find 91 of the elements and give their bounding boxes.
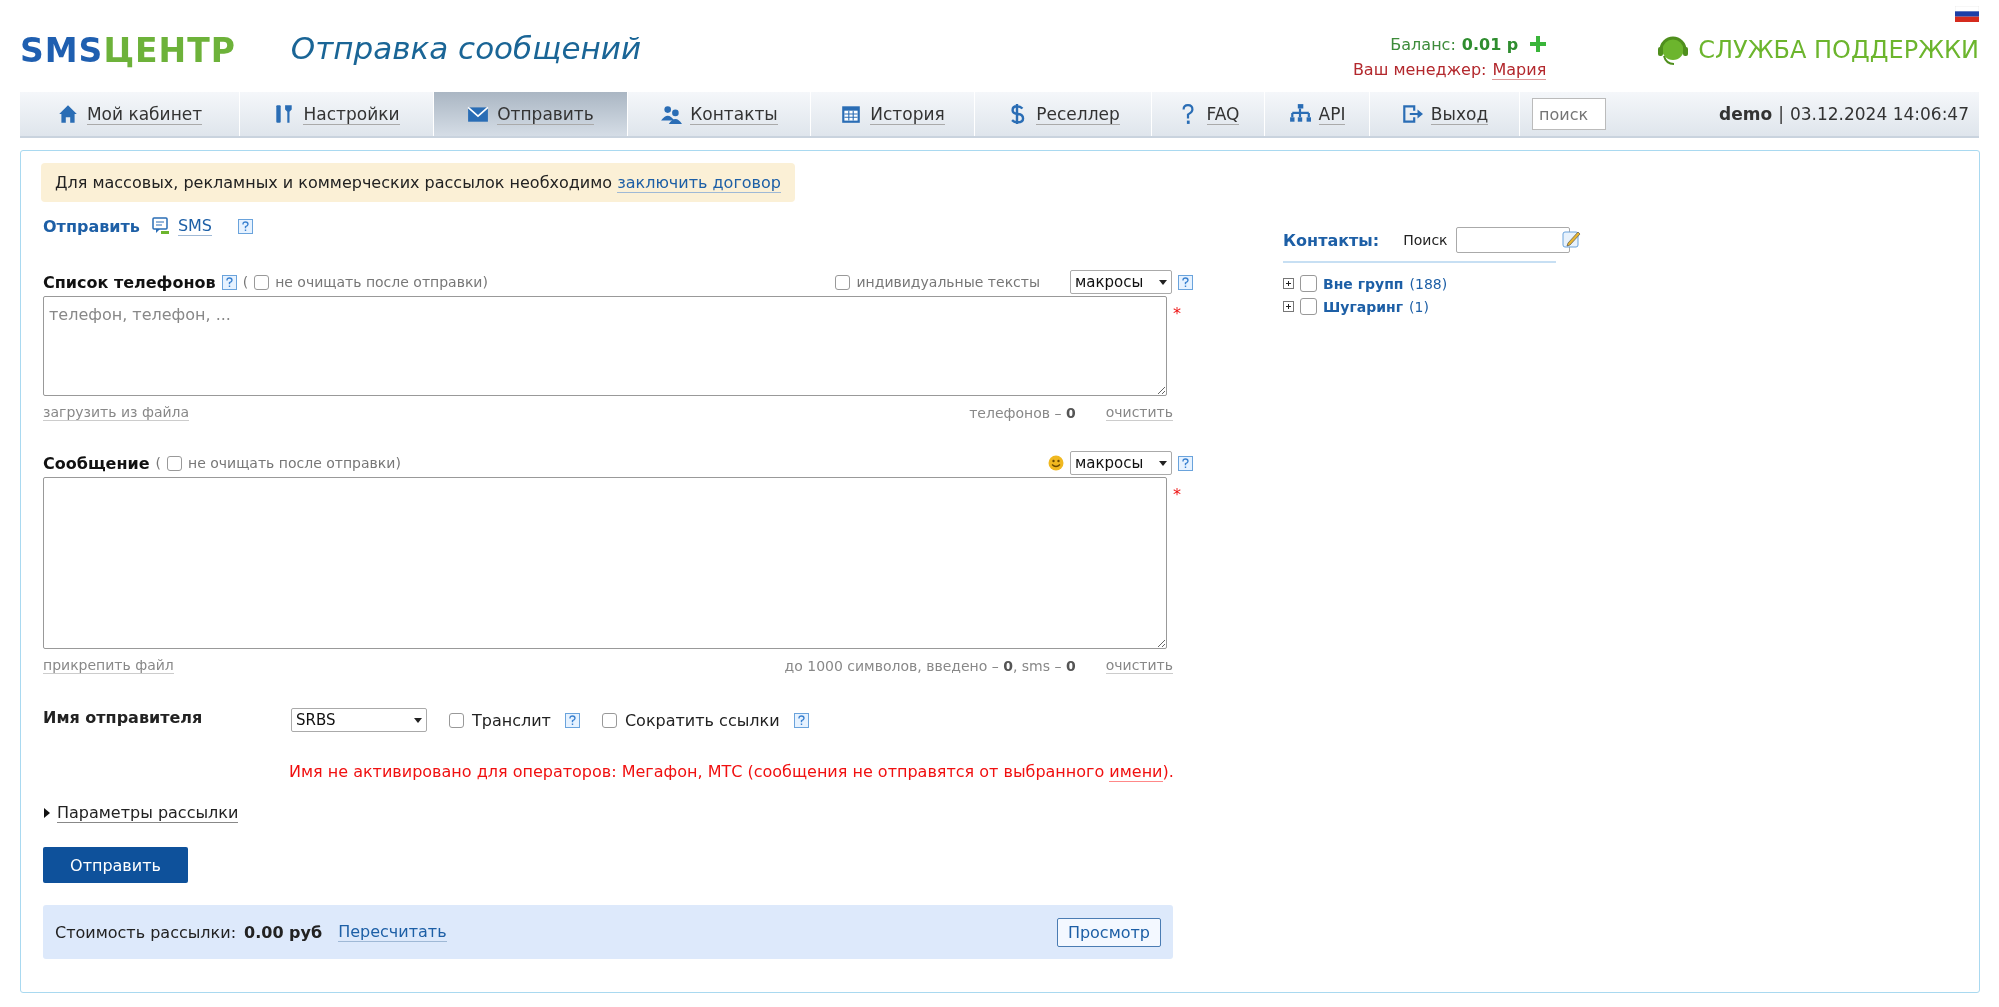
sitemap-icon <box>1288 103 1311 125</box>
checkbox[interactable] <box>835 274 851 290</box>
option-label: Сократить ссылки <box>624 710 780 730</box>
help-icon[interactable] <box>793 712 809 728</box>
expand-icon[interactable] <box>1283 278 1294 289</box>
upload-link[interactable]: загрузить из файла <box>43 404 190 421</box>
datetime: 03.12.2024 14:06:47 <box>1789 104 1969 124</box>
params-toggle[interactable]: Параметры рассылки <box>43 803 239 823</box>
cost-value: 0.00 руб <box>244 922 323 942</box>
option-label: Транслит <box>472 710 551 730</box>
manager-label: Ваш менеджер: <box>1352 59 1487 80</box>
search-field[interactable]: поиск <box>1532 98 1606 130</box>
message-label: Сообщение <box>43 453 150 473</box>
group-count: (1) <box>1409 298 1429 315</box>
sms-link[interactable]: SMS <box>177 216 213 236</box>
expand-icon[interactable] <box>1283 301 1294 312</box>
clear-link[interactable]: очистить <box>1105 657 1173 674</box>
paren: ( <box>155 455 162 471</box>
username: demo <box>1719 104 1773 124</box>
contacts-title: Контакты: <box>1283 230 1380 250</box>
nav-tab[interactable]: Реселлер <box>975 92 1152 136</box>
paren: ( <box>242 274 249 290</box>
keep-label: не очищать после отправки <box>275 274 483 290</box>
individual-label: индивидуальные тексты <box>856 274 1040 290</box>
page-title: Отправка сообщений <box>290 30 642 66</box>
sender-dropdown[interactable]: SRBS <box>291 708 427 732</box>
search-label: Поиск <box>1403 232 1448 248</box>
triangle-icon <box>43 808 51 818</box>
checkbox[interactable] <box>167 455 183 471</box>
plus-icon[interactable] <box>1530 36 1547 52</box>
checkbox[interactable] <box>1300 275 1317 292</box>
caret-icon <box>1159 279 1167 285</box>
send-label: Отправить <box>43 216 140 236</box>
help-icon[interactable] <box>238 218 254 234</box>
checkbox[interactable] <box>254 274 270 290</box>
help-icon[interactable] <box>564 712 580 728</box>
send-button[interactable]: Отправить <box>43 847 188 883</box>
group-count: (188) <box>1409 275 1448 292</box>
logo-text: ЦЕНТР <box>103 30 236 70</box>
manager-link[interactable]: Мария <box>1492 59 1547 80</box>
logo-text: SMS <box>20 30 104 70</box>
checkbox[interactable] <box>601 712 617 728</box>
separator: | <box>1778 104 1784 124</box>
checkbox[interactable] <box>1300 298 1317 315</box>
nav-tab[interactable]: API <box>1265 92 1370 136</box>
contacts-search-field[interactable] <box>1455 227 1570 253</box>
contract-link[interactable]: заключить договор <box>617 173 781 193</box>
nav-tab[interactable]: Контакты <box>628 92 811 136</box>
balance-value: 0.01 р <box>1461 34 1519 54</box>
paren: ) <box>482 274 488 290</box>
flag-icon[interactable] <box>1955 6 1979 22</box>
help-icon[interactable] <box>1178 274 1193 290</box>
nav-tab[interactable]: Отправить <box>434 92 628 136</box>
char-counter: до 1000 символов, введено – 0, sms – 0 <box>784 657 1076 674</box>
sender-label: Имя отправителя <box>43 708 204 727</box>
nav-tab[interactable]: История <box>811 92 975 136</box>
exit-icon <box>1400 103 1423 125</box>
group-link[interactable]: Вне групп <box>1323 275 1404 292</box>
chat-icon <box>151 217 170 235</box>
required-mark: * <box>1172 484 1182 506</box>
smiley-icon[interactable] <box>1048 455 1064 471</box>
checkbox[interactable] <box>449 712 464 728</box>
balance-label: Баланс: <box>1390 34 1456 54</box>
calendar-icon <box>840 103 863 125</box>
help-icon[interactable] <box>221 274 237 290</box>
phones-label: Список телефонов <box>43 272 216 292</box>
cost-label: Стоимость рассылки: <box>55 922 237 942</box>
phones-count: телефонов – 0 <box>969 404 1076 421</box>
help-icon[interactable] <box>1178 455 1193 471</box>
attach-link[interactable]: прикрепить файл <box>43 657 174 674</box>
message-field[interactable] <box>43 477 1167 649</box>
macros-dropdown[interactable]: макросы <box>1070 451 1172 475</box>
users-icon <box>660 103 683 125</box>
required-mark: * <box>1172 303 1182 325</box>
caret-icon <box>1159 460 1167 466</box>
group-link[interactable]: Шугаринг <box>1323 298 1403 315</box>
preview-button[interactable]: Просмотр <box>1056 917 1161 947</box>
phones-field[interactable]: телефон, телефон, ... <box>43 296 1167 396</box>
nav-tab[interactable]: Мой кабинет <box>20 92 240 136</box>
recalc-link[interactable]: Пересчитать <box>338 922 447 942</box>
paren: ) <box>395 455 401 471</box>
error-message: Имя не активировано для операторов: Мегафон, МТС (сообщения не отправятся от выбранного имени). <box>289 762 1175 781</box>
name-link[interactable]: имени <box>1109 762 1163 782</box>
caret-icon <box>414 717 422 723</box>
nav-tab[interactable]: FAQ <box>1152 92 1265 136</box>
macros-dropdown[interactable]: макросы <box>1070 270 1172 294</box>
contract-notice: Для массовых, рекламных и коммерческих рассылок необходимо заключить договор <box>41 163 795 202</box>
clear-link[interactable]: очистить <box>1105 404 1173 421</box>
nav-tab[interactable]: Выход <box>1370 92 1520 136</box>
keep-label: не очищать после отправки <box>188 455 396 471</box>
edit-icon[interactable] <box>1562 229 1582 249</box>
